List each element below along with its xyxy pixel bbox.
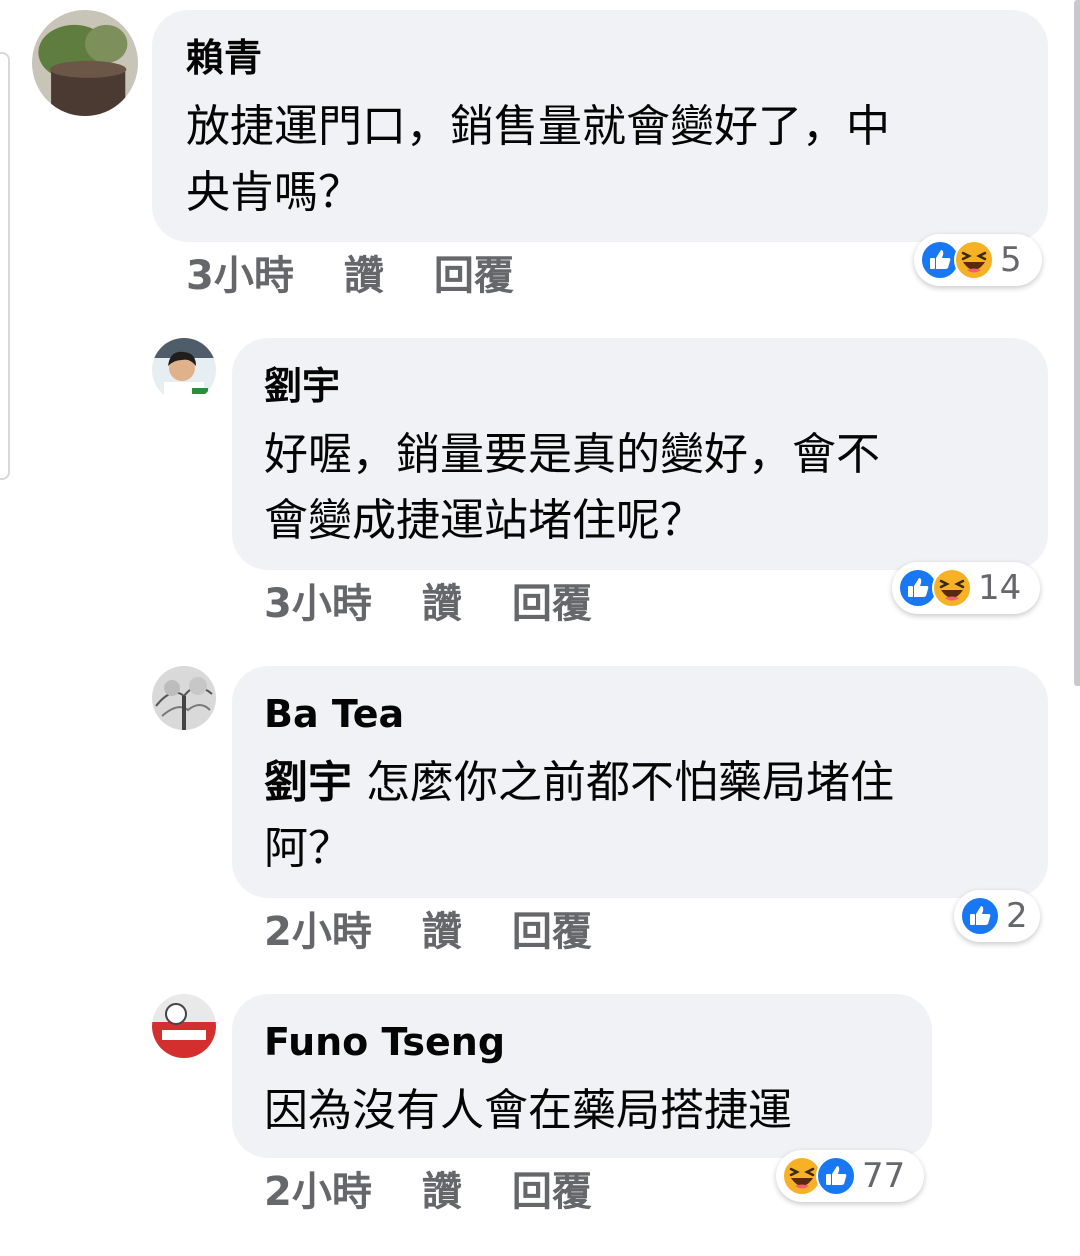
like-button[interactable]: 讚 bbox=[422, 580, 462, 628]
author-name[interactable]: 賴青 bbox=[186, 36, 262, 80]
like-button[interactable]: 讚 bbox=[344, 252, 384, 300]
reply-button[interactable]: 回覆 bbox=[434, 252, 514, 300]
haha-icon bbox=[954, 240, 994, 280]
left-edge-panel bbox=[0, 52, 10, 480]
author-name[interactable]: 劉宇 bbox=[264, 364, 340, 408]
reaction-count: 5 bbox=[1000, 240, 1022, 280]
comment-text-line: 放捷運門口，銷售量就會變好了，中 bbox=[186, 101, 890, 152]
comment-text-line: 會變成捷運站堵住呢？ bbox=[264, 495, 704, 546]
like-button[interactable]: 讚 bbox=[422, 908, 462, 956]
like-button[interactable]: 讚 bbox=[422, 1168, 462, 1216]
comment-actions: 3小時 讚 回覆 bbox=[186, 252, 564, 300]
comment-actions: 3小時 讚 回覆 bbox=[264, 580, 642, 628]
reply-button[interactable]: 回覆 bbox=[512, 1168, 592, 1216]
avatar-plant-image bbox=[32, 10, 138, 116]
avatar-person-image bbox=[152, 338, 216, 402]
reactions-summary[interactable]: 77 bbox=[776, 1150, 924, 1202]
scrollbar[interactable] bbox=[1074, 0, 1080, 686]
timestamp[interactable]: 2小時 bbox=[264, 1168, 372, 1216]
avatar[interactable] bbox=[152, 994, 216, 1058]
reactions-summary[interactable]: 5 bbox=[914, 234, 1042, 286]
comment-text-line: 阿？ bbox=[264, 823, 352, 874]
reaction-count: 14 bbox=[978, 568, 1022, 608]
reaction-count: 2 bbox=[1006, 896, 1028, 936]
comment-text: 怎麼你之前都不怕藥局堵住 bbox=[366, 757, 894, 808]
avatar[interactable] bbox=[152, 338, 216, 402]
timestamp[interactable]: 3小時 bbox=[186, 252, 294, 300]
comment-text-line: 因為沒有人會在藥局搭捷運 bbox=[264, 1085, 792, 1136]
comment-text-line: 劉宇 怎麼你之前都不怕藥局堵住 bbox=[264, 750, 894, 816]
reply-button[interactable]: 回覆 bbox=[512, 908, 592, 956]
reactions-summary[interactable]: 14 bbox=[892, 562, 1040, 614]
comment-actions: 2小時 讚 回覆 bbox=[264, 908, 642, 956]
avatar[interactable] bbox=[32, 10, 138, 116]
comment-text-line: 央肯嗎？ bbox=[186, 167, 362, 218]
author-name[interactable]: Funo Tseng bbox=[264, 1020, 505, 1064]
avatar-logo-image bbox=[152, 994, 216, 1058]
like-icon bbox=[816, 1156, 856, 1196]
avatar[interactable] bbox=[152, 666, 216, 730]
reactions-summary[interactable]: 2 bbox=[954, 890, 1040, 942]
reaction-count: 77 bbox=[862, 1156, 906, 1196]
timestamp[interactable]: 2小時 bbox=[264, 908, 372, 956]
like-icon bbox=[960, 896, 1000, 936]
haha-icon bbox=[932, 568, 972, 608]
timestamp[interactable]: 3小時 bbox=[264, 580, 372, 628]
avatar-tree-image bbox=[152, 666, 216, 730]
comment-text-line: 好喔，銷量要是真的變好，會不 bbox=[264, 429, 880, 480]
mention-tag[interactable]: 劉宇 bbox=[264, 757, 352, 808]
reply-button[interactable]: 回覆 bbox=[512, 580, 592, 628]
comment-actions: 2小時 讚 回覆 bbox=[264, 1168, 642, 1216]
author-name[interactable]: Ba Tea bbox=[264, 692, 404, 736]
